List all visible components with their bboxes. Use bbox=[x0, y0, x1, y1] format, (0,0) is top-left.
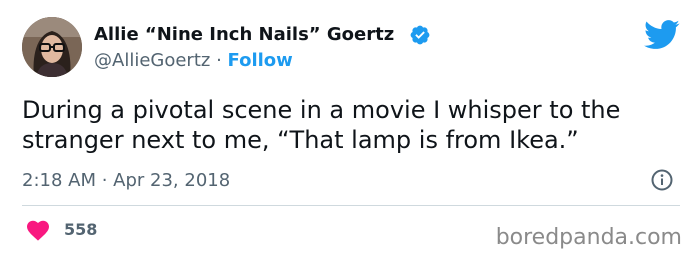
author-display-name[interactable]: Allie “Nine Inch Nails” Goertz bbox=[94, 24, 394, 46]
handle-row: @AllieGoertz · Follow bbox=[94, 50, 293, 72]
tweet-text: During a pivotal scene in a movie I whis… bbox=[22, 96, 621, 154]
tweet-timestamp[interactable]: 2:18 AM · Apr 23, 2018 bbox=[22, 170, 230, 192]
divider bbox=[22, 205, 680, 206]
tweet-card: Allie “Nine Inch Nails” Goertz @AllieGoe… bbox=[0, 0, 700, 257]
follow-button[interactable]: Follow bbox=[228, 50, 293, 71]
watermark: boredpanda.com bbox=[495, 225, 682, 250]
verified-badge-icon bbox=[410, 25, 430, 45]
like-count: 558 bbox=[64, 220, 98, 239]
author-handle[interactable]: @AllieGoertz bbox=[94, 50, 210, 71]
heart-icon[interactable] bbox=[26, 219, 50, 241]
avatar-image bbox=[22, 17, 82, 77]
twitter-bird-icon[interactable] bbox=[644, 20, 680, 50]
avatar[interactable] bbox=[22, 17, 82, 77]
info-icon[interactable] bbox=[650, 168, 674, 192]
handle-separator: · bbox=[210, 50, 228, 71]
